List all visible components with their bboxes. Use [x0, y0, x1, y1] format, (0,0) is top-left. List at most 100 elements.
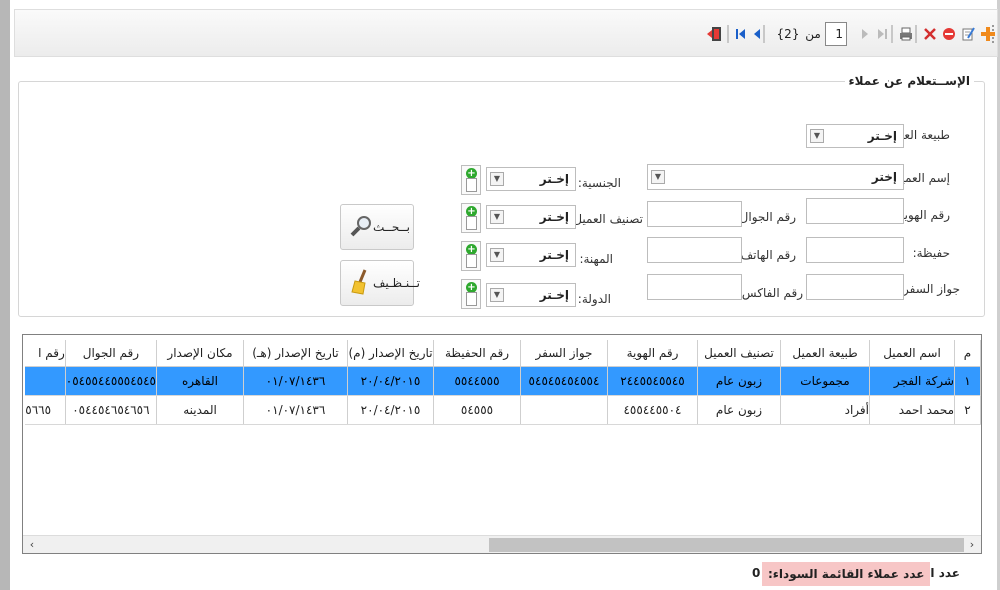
table-row[interactable]: ٢ محمد احمد أفراد زبون عام ٤٥٥٤٤٥٥٠٤ ٥٤٥…: [25, 395, 981, 425]
table-cell: مجموعات: [780, 366, 870, 396]
column-header[interactable]: رقم الهوية: [607, 340, 698, 367]
column-header[interactable]: طبيعة العميل: [780, 340, 870, 367]
column-header[interactable]: م: [954, 340, 981, 367]
scroll-left-arrow[interactable]: ‹: [24, 537, 40, 553]
previous-page-icon[interactable]: [751, 24, 763, 44]
table-header: م اسم العميل طبيعة العميل تصنيف العميل ر…: [25, 340, 981, 367]
add-profession-button[interactable]: +: [461, 241, 481, 271]
table-cell: ٥٥٤٤٥٥٥: [433, 366, 521, 396]
table-cell: زبون عام: [697, 366, 781, 396]
add-icon[interactable]: [978, 24, 998, 44]
nationality-label: الجنسية:: [577, 176, 621, 190]
file-label: حفيظة:: [912, 246, 950, 260]
nationality-value: إخـتر: [539, 172, 569, 186]
chevron-down-icon[interactable]: ▼: [490, 248, 504, 262]
table-cell: [520, 395, 608, 425]
table-cell: ٢٠/٠٤/٢٠١٥: [347, 366, 434, 396]
column-header[interactable]: رقم الحفيظة: [433, 340, 521, 367]
table-cell: ٠١/٠٧/١٤٣٦: [243, 366, 348, 396]
page-number-input[interactable]: 1: [825, 22, 847, 46]
document-icon: [466, 216, 477, 230]
id-number-input[interactable]: [806, 198, 904, 224]
table-cell: أفراد: [780, 395, 870, 425]
table-cell: ٠٥٤٤٥٤٦٥٤٦٥٦: [65, 395, 158, 425]
scrollbar-thumb[interactable]: [489, 538, 964, 552]
customer-type-value: إخـتر: [867, 129, 897, 143]
customers-table: م اسم العميل طبيعة العميل تصنيف العميل ر…: [25, 340, 981, 425]
clear-button-label: تــنـظـيف: [373, 276, 420, 290]
profession-value: إخـتر: [539, 248, 569, 262]
table-cell: ٢٤٤٥٥٤٥٥٤٥: [607, 366, 698, 396]
table-cell: [25, 366, 66, 396]
add-classification-button[interactable]: +: [461, 203, 481, 233]
passport-input[interactable]: [806, 274, 904, 300]
mobile-input[interactable]: [647, 201, 742, 227]
table-cell: ٥٤٥٥٥: [433, 395, 521, 425]
left-frame-edge: [0, 0, 10, 590]
page-number-value: 1: [835, 27, 843, 41]
customer-name-select[interactable]: ▼ إختر: [647, 164, 904, 190]
total-pages: {2}: [776, 27, 800, 41]
classification-value: إخـتر: [539, 210, 569, 224]
clear-icon[interactable]: [959, 24, 977, 44]
column-header[interactable]: جواز السفر: [520, 340, 608, 367]
first-page-icon[interactable]: [733, 24, 749, 44]
clear-button[interactable]: تــنـظـيف: [340, 260, 420, 306]
add-nationality-button[interactable]: +: [461, 165, 481, 195]
fax-input[interactable]: [647, 274, 742, 300]
toolbar-separator: [915, 25, 917, 43]
classification-select[interactable]: ▼ إخـتر: [486, 205, 576, 229]
nationality-select[interactable]: ▼ إخـتر: [486, 167, 576, 191]
fax-label: رقم الفاكس:: [737, 286, 803, 300]
phone-input[interactable]: [647, 237, 742, 263]
table-cell: ٢٠/٠٤/٢٠١٥: [347, 395, 434, 425]
last-page-icon[interactable]: [875, 24, 889, 44]
chevron-down-icon[interactable]: ▼: [651, 170, 665, 184]
chevron-down-icon[interactable]: ▼: [490, 172, 504, 186]
document-icon: [466, 254, 477, 268]
column-header[interactable]: رقم ا: [25, 340, 66, 367]
column-header[interactable]: رقم الجوال: [65, 340, 158, 367]
search-button[interactable]: بــحــث: [340, 204, 414, 250]
profession-select[interactable]: ▼ إخـتر: [486, 243, 576, 267]
table-cell: ٤٥٥٤٤٥٥٠٤: [607, 395, 698, 425]
cancel-icon[interactable]: [921, 24, 939, 44]
delete-icon[interactable]: [940, 24, 958, 44]
next-page-icon[interactable]: [858, 24, 872, 44]
customer-name-value: إختر: [871, 170, 897, 184]
customer-type-select[interactable]: ▼ إخـتر: [806, 124, 904, 148]
toolbar-separator: [891, 25, 893, 43]
of-label: من: [805, 27, 821, 41]
table-cell: ٠١/٠٧/١٤٣٦: [243, 395, 348, 425]
classification-label: تصنيف العميل:: [569, 212, 643, 226]
column-header[interactable]: تصنيف العميل: [697, 340, 781, 367]
horizontal-scrollbar[interactable]: ‹ ›: [23, 535, 981, 553]
column-header[interactable]: اسم العميل: [869, 340, 955, 367]
column-header[interactable]: مكان الإصدار: [156, 340, 244, 367]
chevron-down-icon[interactable]: ▼: [490, 210, 504, 224]
customers-grid: م اسم العميل طبيعة العميل تصنيف العميل ر…: [22, 334, 982, 554]
chevron-down-icon[interactable]: ▼: [810, 129, 824, 143]
table-cell: القاهره: [156, 366, 244, 396]
column-header[interactable]: تاريخ الإصدار (هـ): [243, 340, 348, 367]
toolbar-separator: [763, 25, 765, 43]
profession-label: المهنة:: [579, 252, 613, 266]
toolbar-separator: [727, 25, 729, 43]
table-cell: شركة الفجر: [869, 366, 955, 396]
table-cell: محمد احمد: [869, 395, 955, 425]
chevron-down-icon[interactable]: ▼: [490, 288, 504, 302]
navigation-toolbar: 1 من {2}: [14, 9, 998, 57]
country-select[interactable]: ▼ إخـتر: [486, 283, 576, 307]
country-value: إخـتر: [539, 288, 569, 302]
column-header[interactable]: تاريخ الإصدار (م): [347, 340, 434, 367]
print-icon[interactable]: [897, 24, 915, 44]
table-cell: زبون عام: [697, 395, 781, 425]
exit-icon[interactable]: [705, 24, 725, 44]
table-cell: ٥٦٦٥: [25, 395, 66, 425]
add-country-button[interactable]: +: [461, 279, 481, 309]
scroll-right-arrow[interactable]: ›: [964, 537, 980, 553]
table-row[interactable]: ١ شركة الفجر مجموعات زبون عام ٢٤٤٥٥٤٥٥٤٥…: [25, 366, 981, 396]
blacklist-count-value: 0: [752, 566, 761, 580]
table-cell: ٥٤٥٤٥٤٥٤٥٥٤: [520, 366, 608, 396]
file-input[interactable]: [806, 237, 904, 263]
